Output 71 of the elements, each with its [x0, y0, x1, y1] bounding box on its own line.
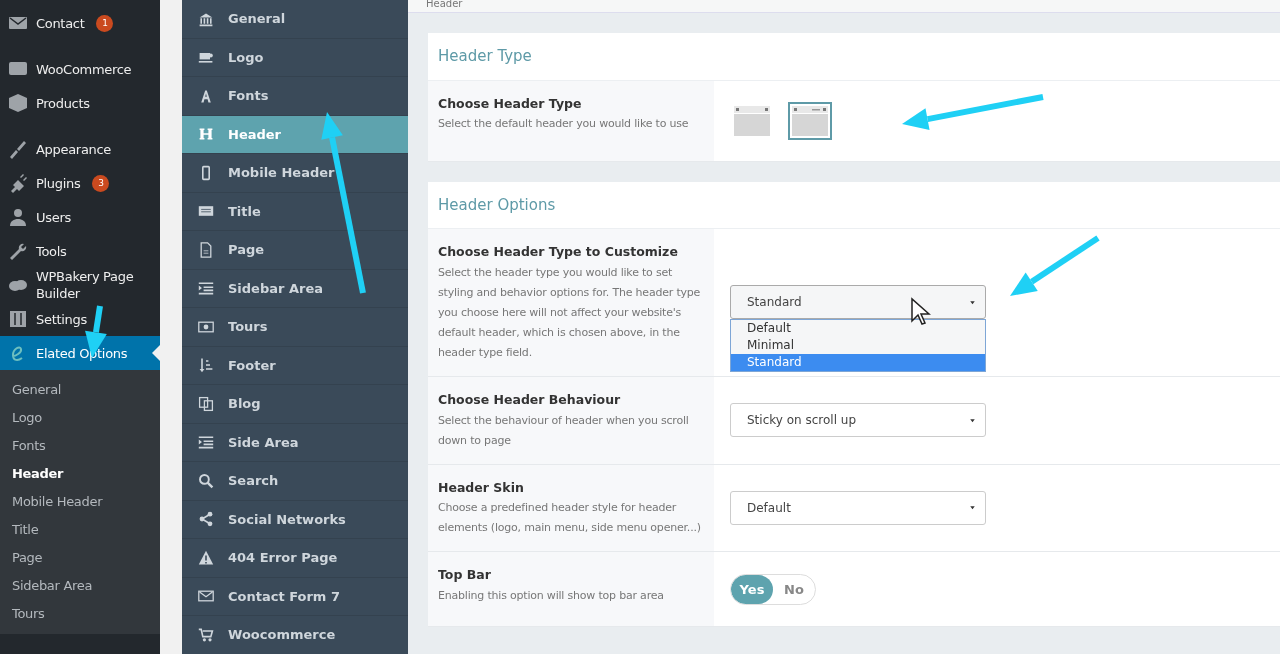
- submenu-item[interactable]: Page: [0, 544, 160, 572]
- options-nav-item[interactable]: Mobile Header: [182, 154, 408, 193]
- option-description: Select the header type you would like to set styling and behavior options for. The header type you choose here will not affect your website's default header, which is chosen above, in the header type field.: [438, 265, 701, 359]
- dropdown-option[interactable]: Standard: [731, 354, 985, 371]
- submenu-item[interactable]: Fonts: [0, 432, 160, 460]
- admin-menu-item[interactable]: Contact 1: [0, 6, 160, 40]
- sort-icon: [198, 357, 214, 374]
- copy-icon: [198, 395, 214, 412]
- admin-menu-item[interactable]: Users: [0, 200, 160, 234]
- option-description: Choose a predefined header style for header elements (logo, main menu, side menu opener...): [438, 501, 701, 535]
- cart-icon: [198, 626, 214, 643]
- options-nav-item[interactable]: Fonts: [182, 77, 408, 116]
- dropdown-select[interactable]: Standard: [730, 285, 986, 319]
- option-description: Select the default header you would like to use: [438, 117, 689, 131]
- dropdown-option[interactable]: Default: [731, 320, 985, 337]
- user-icon: [8, 207, 28, 227]
- option-label: Choose Header Behaviour: [438, 390, 622, 409]
- sliders-icon: [8, 309, 28, 329]
- options-nav-item[interactable]: Contact Form 7: [182, 577, 408, 616]
- admin-menu-item[interactable]: Elated Options: [0, 336, 160, 370]
- options-nav-item[interactable]: Footer: [182, 346, 408, 385]
- paintbrush-icon: [8, 139, 28, 159]
- page-title: Header: [408, 0, 1280, 13]
- admin-menu-item[interactable]: Plugins 3: [0, 166, 160, 200]
- admin-menu-item[interactable]: Settings: [0, 302, 160, 336]
- options-nav-item[interactable]: Search: [182, 462, 408, 501]
- share-icon: [198, 511, 214, 528]
- options-nav-item[interactable]: 404 Error Page: [182, 539, 408, 578]
- search-icon: [198, 472, 214, 489]
- letter-h-icon: [198, 126, 214, 143]
- options-nav-item[interactable]: Social Networks: [182, 500, 408, 539]
- options-nav-item[interactable]: General: [182, 0, 408, 39]
- options-nav-item[interactable]: Page: [182, 231, 408, 270]
- admin-menu-item[interactable]: WooCommerce: [0, 52, 160, 86]
- options-nav-item[interactable]: Logo: [182, 38, 408, 77]
- options-nav-item[interactable]: Woocommerce: [182, 616, 408, 654]
- option-description: Enabling this option will show top bar area: [438, 589, 664, 602]
- options-nav-item[interactable]: Side Area: [182, 423, 408, 462]
- admin-menu-item[interactable]: Tools: [0, 234, 160, 268]
- options-nav-item[interactable]: Title: [182, 192, 408, 231]
- submenu-item[interactable]: Logo: [0, 404, 160, 432]
- submenu-item[interactable]: Sidebar Area: [0, 572, 160, 600]
- submenu-item[interactable]: Header: [0, 460, 160, 488]
- admin-menu-item[interactable]: WPBakery Page Builder: [0, 268, 160, 302]
- count-badge: 1: [96, 14, 114, 32]
- admin-menu-item[interactable]: Appearance: [0, 132, 160, 166]
- option-label: Choose Header Type: [438, 94, 583, 113]
- options-nav-item[interactable]: Tours: [182, 308, 408, 347]
- document-icon: [198, 241, 214, 258]
- option-label: Top Bar: [438, 566, 492, 585]
- option-label: Header Skin: [438, 478, 525, 497]
- admin-menu-item[interactable]: Products: [0, 86, 160, 120]
- submenu-item[interactable]: Title: [0, 516, 160, 544]
- option-description: Select the behaviour of header when you scroll down to page: [438, 413, 689, 447]
- box-icon: [8, 93, 28, 113]
- section-title: Header Type: [428, 33, 1280, 81]
- dropdown-select[interactable]: Sticky on scroll up: [730, 403, 986, 438]
- option-label: Choose Header Type to Customize: [438, 243, 679, 261]
- submenu-item[interactable]: Mobile Header: [0, 488, 160, 516]
- dropdown-select[interactable]: Default: [730, 490, 986, 525]
- wrench-icon: [8, 241, 28, 261]
- count-badge: 3: [92, 174, 110, 192]
- options-nav-item[interactable]: Blog: [182, 385, 408, 424]
- submenu-item[interactable]: General: [0, 376, 160, 404]
- warning-icon: [198, 549, 214, 566]
- submenu-item[interactable]: Tours: [0, 600, 160, 628]
- indent-icon: [198, 434, 214, 451]
- header-layout-thumbnail[interactable]: [788, 101, 832, 140]
- options-nav-item[interactable]: Sidebar Area: [182, 269, 408, 308]
- dropdown-option[interactable]: Minimal: [731, 337, 985, 354]
- indent-icon: [198, 280, 214, 297]
